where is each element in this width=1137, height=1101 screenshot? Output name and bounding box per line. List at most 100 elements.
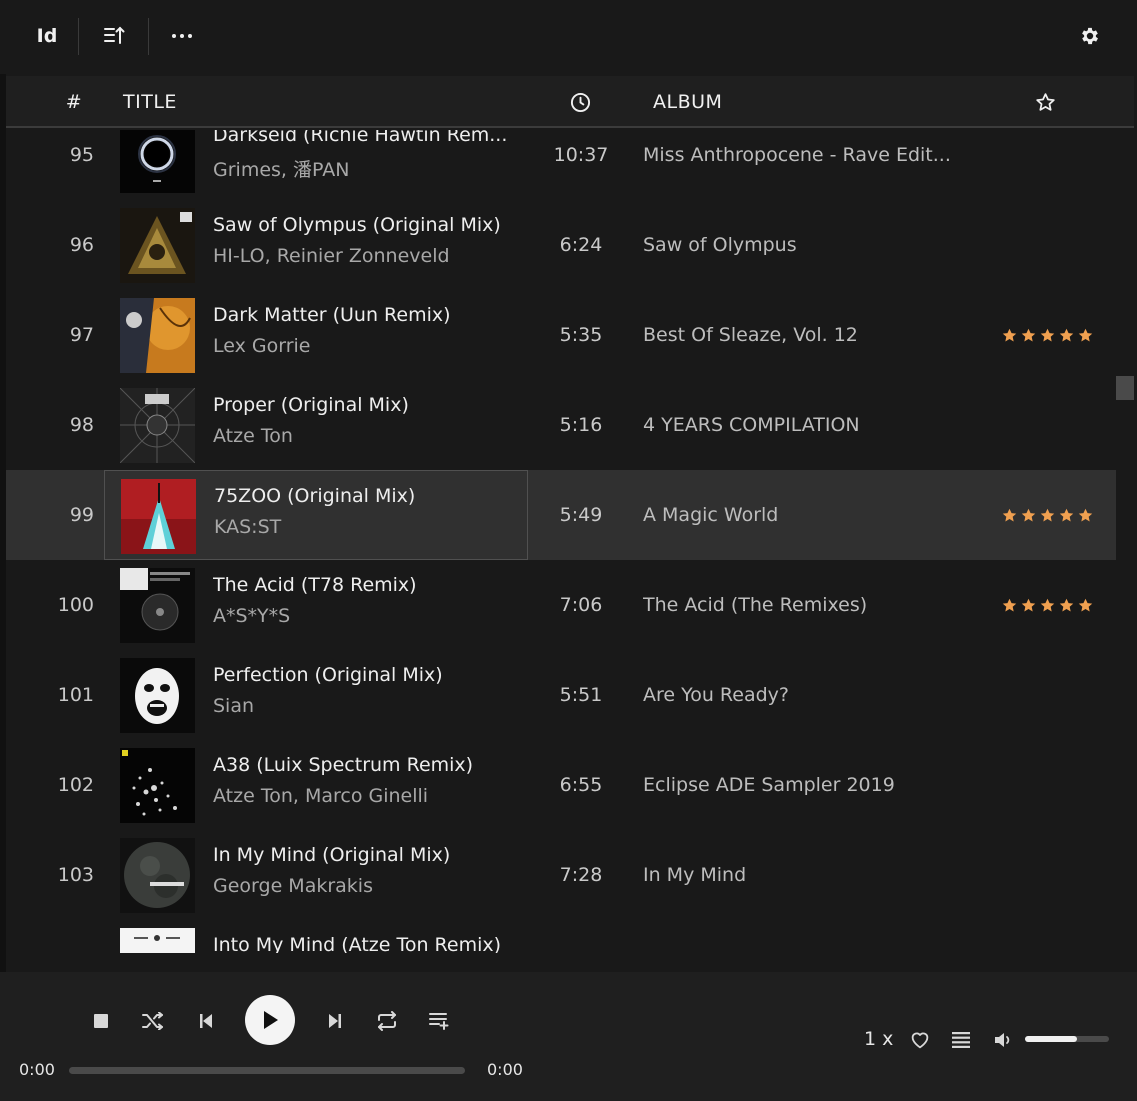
sort-button[interactable] <box>96 18 132 54</box>
playback-speed[interactable]: 1 x <box>864 1028 893 1050</box>
star-filled-icon <box>1059 598 1074 611</box>
track-row[interactable]: Into My Mind (Atze Ton Remix) <box>6 920 1116 953</box>
album-label: Saw of Olympus <box>643 234 797 256</box>
track-number: 101 <box>57 684 94 706</box>
track-album[interactable]: Are You Ready? <box>643 650 973 740</box>
album-label: A Magic World <box>643 504 779 526</box>
star-filled-icon <box>1002 328 1017 341</box>
rating[interactable] <box>996 920 1094 953</box>
track-artist[interactable]: Lex Gorrie <box>213 335 523 357</box>
track-album[interactable]: Eclipse ADE Sampler 2019 <box>643 740 973 830</box>
rating[interactable] <box>996 290 1094 380</box>
column-album[interactable]: ALBUM <box>653 76 722 128</box>
shuffle-button[interactable] <box>140 1008 166 1034</box>
track-album[interactable]: Miss Anthropocene - Rave Edit... <box>643 130 973 200</box>
track-album[interactable]: In My Mind <box>643 830 973 920</box>
rating[interactable] <box>996 380 1094 470</box>
track-duration: 5:51 <box>559 684 603 706</box>
queue-button[interactable] <box>426 1008 452 1034</box>
album-label: Eclipse ADE Sampler 2019 <box>643 774 895 796</box>
track-row[interactable]: 103 In My Mind (Original Mix) George Mak… <box>6 830 1116 920</box>
track-row[interactable]: 98 Proper (Original Mix) Atze Ton 5:16 4… <box>6 380 1116 470</box>
title-cell: Dark Matter (Uun Remix) Lex Gorrie <box>104 290 528 380</box>
track-number: 96 <box>69 234 94 256</box>
next-button[interactable] <box>322 1008 348 1034</box>
shuffle-icon <box>142 1012 163 1030</box>
track-duration: 5:35 <box>559 324 603 346</box>
playlist-button[interactable] <box>948 1028 974 1052</box>
repeat-button[interactable] <box>374 1008 400 1034</box>
track-artist[interactable]: HI-LO, Reinier Zonneveld <box>213 245 523 267</box>
play-button[interactable] <box>245 995 295 1045</box>
star-filled-icon <box>1059 508 1074 521</box>
settings-button[interactable] <box>1072 18 1108 54</box>
rating[interactable] <box>996 650 1094 740</box>
track-artist[interactable]: Sian <box>213 695 523 717</box>
track-row[interactable]: 101 Perfection (Original Mix) Sian 5:51 … <box>6 650 1116 740</box>
album-label: Are You Ready? <box>643 684 789 706</box>
track-title: Into My Mind (Atze Ton Remix) <box>213 934 502 953</box>
column-rating[interactable] <box>1033 76 1057 128</box>
rating[interactable] <box>996 560 1094 650</box>
track-duration: 7:28 <box>559 864 603 886</box>
track-album[interactable]: Saw of Olympus <box>643 200 973 290</box>
scrollbar[interactable] <box>1116 130 1134 972</box>
track-album[interactable] <box>643 920 973 953</box>
player-bar: 0:00 0:00 1 x <box>0 972 1137 1101</box>
scrollbar-thumb[interactable] <box>1116 376 1134 400</box>
track-artist[interactable]: A*S*Y*S <box>213 605 523 627</box>
rating[interactable] <box>996 470 1094 560</box>
star-filled-icon <box>1078 508 1093 521</box>
track-artist[interactable]: Atze Ton, Marco Ginelli <box>213 785 523 807</box>
playlist-icon <box>952 1032 970 1048</box>
title-cell: A38 (Luix Spectrum Remix) Atze Ton, Marc… <box>104 740 528 830</box>
rating[interactable] <box>996 200 1094 290</box>
column-number[interactable]: # <box>62 76 86 128</box>
star-filled-icon <box>1078 328 1093 341</box>
rating[interactable] <box>996 740 1094 830</box>
track-row[interactable]: 96 Saw of Olympus (Original Mix) HI-LO, … <box>6 200 1116 290</box>
volume-button[interactable] <box>990 1028 1016 1052</box>
track-row-selected[interactable]: 99 75ZOO (Original Mix) KAS:ST 5:49 A Ma… <box>6 470 1116 560</box>
volume-slider[interactable] <box>1025 1036 1109 1042</box>
album-art <box>120 658 195 733</box>
track-artist[interactable]: KAS:ST <box>214 516 524 538</box>
heart-icon <box>911 1032 929 1049</box>
column-duration[interactable] <box>568 76 592 128</box>
gear-icon <box>1082 27 1098 45</box>
track-album[interactable]: Best Of Sleaze, Vol. 12 <box>643 290 973 380</box>
track-duration: 6:24 <box>559 234 603 256</box>
star-filled-icon <box>1040 598 1055 611</box>
rating[interactable] <box>996 830 1094 920</box>
track-artist[interactable]: Grimes, 潘PAN <box>213 155 523 182</box>
star-filled-icon <box>1078 598 1093 611</box>
track-artist[interactable]: Atze Ton <box>213 425 523 447</box>
track-title: Dark Matter (Uun Remix) <box>213 304 451 326</box>
sort-ascending-icon <box>104 26 125 44</box>
track-album[interactable]: A Magic World <box>643 470 973 560</box>
column-title[interactable]: TITLE <box>123 76 177 128</box>
track-row[interactable]: 95 Darkseid (Richie Hawtin Rem... Grimes… <box>6 130 1116 200</box>
stop-button[interactable] <box>88 1008 114 1034</box>
id-button[interactable]: Id <box>28 18 66 54</box>
more-button[interactable] <box>164 18 200 54</box>
album-label: The Acid (The Remixes) <box>643 594 868 616</box>
track-row[interactable]: 100 The Acid (T78 Remix) A*S*Y*S 7:06 Th… <box>6 560 1116 650</box>
track-title: 75ZOO (Original Mix) <box>214 485 416 507</box>
previous-button[interactable] <box>193 1008 219 1034</box>
favorite-button[interactable] <box>907 1028 933 1052</box>
track-row[interactable]: 102 A38 (Luix Spectrum Remix) Atze Ton, … <box>6 740 1116 830</box>
track-artist[interactable]: George Makrakis <box>213 875 523 897</box>
star-outline-icon <box>1035 92 1055 111</box>
album-art <box>120 208 195 283</box>
track-album[interactable]: 4 YEARS COMPILATION <box>643 380 973 470</box>
track-album[interactable]: The Acid (The Remixes) <box>643 560 973 650</box>
repeat-icon <box>378 1011 396 1031</box>
rating[interactable] <box>996 130 1094 200</box>
track-number: 100 <box>57 594 94 616</box>
track-row[interactable]: 97 Dark Matter (Uun Remix) Lex Gorrie 5:… <box>6 290 1116 380</box>
seek-bar[interactable] <box>69 1067 465 1074</box>
queue-icon <box>429 1013 449 1030</box>
track-title: The Acid (T78 Remix) <box>213 574 417 596</box>
column-header: # TITLE ALBUM <box>6 76 1134 128</box>
